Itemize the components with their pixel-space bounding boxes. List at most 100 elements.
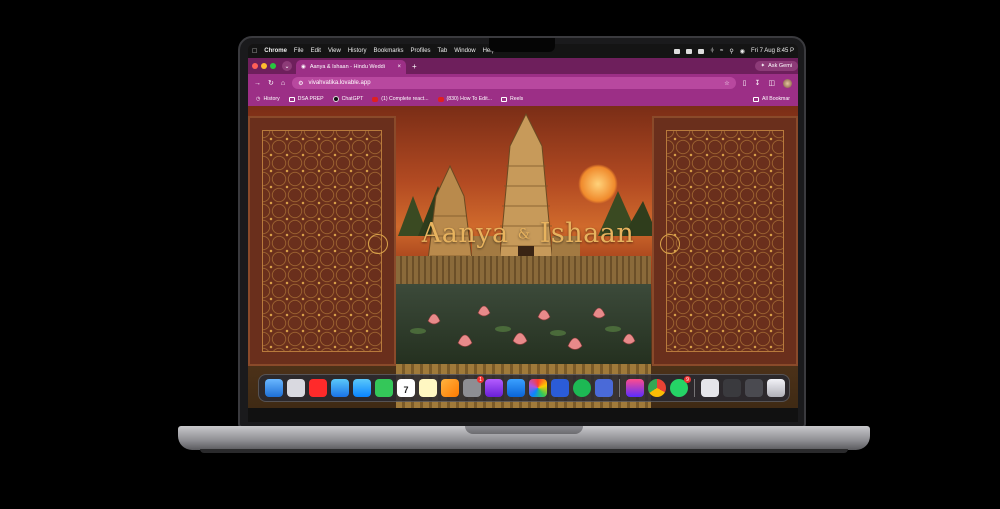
site-info-icon[interactable]: ⚙ [298, 80, 303, 87]
control-center-icon[interactable]: ◉ [740, 48, 745, 55]
bookmark-label: History [263, 96, 280, 102]
bookmark-complete-react[interactable]: (1) Complete react... [372, 96, 429, 102]
new-tab-button[interactable]: + [412, 62, 417, 71]
tab-active[interactable]: ◉ Aanya & Ishaan - Hindu Weddi × [296, 60, 406, 74]
preview-icon[interactable] [595, 379, 613, 397]
notes-icon[interactable] [419, 379, 437, 397]
ampersand: & [517, 226, 531, 243]
tab-title: Aanya & Ishaan - Hindu Weddi [309, 64, 385, 70]
menu-tab[interactable]: Tab [438, 48, 448, 54]
menu-window[interactable]: Window [454, 48, 475, 54]
download-icon[interactable]: ↧ [755, 79, 761, 87]
right-door-panel[interactable] [652, 116, 798, 366]
youtube-icon [437, 96, 444, 102]
finder-icon[interactable] [265, 379, 283, 397]
music-file-icon[interactable] [701, 379, 719, 397]
menu-edit[interactable]: Edit [311, 48, 321, 54]
menu-profiles[interactable]: Profiles [411, 48, 431, 54]
menu-file[interactable]: File [294, 48, 304, 54]
apple-menu-icon[interactable]:  [252, 48, 257, 55]
safari-icon[interactable] [331, 379, 349, 397]
mail-icon[interactable] [353, 379, 371, 397]
temple-gopuram-illustration [425, 112, 580, 276]
youtube-app-icon[interactable] [309, 379, 327, 397]
temple-wall [396, 256, 651, 286]
bookmarks-bar: ◷ History DSA PREP ChatGPT (1) Complete … [248, 92, 798, 106]
menu-view[interactable]: View [328, 48, 341, 54]
camera-notch [489, 38, 555, 52]
bookmark-how-to-edit[interactable]: (830) How To Edit... [437, 96, 492, 102]
address-bar[interactable]: ⚙ vivahvatika.lovable.app ☆ [292, 77, 736, 89]
tab-close-icon[interactable]: × [397, 64, 401, 70]
ask-gemini-button[interactable]: ✦ Ask Gemi [754, 61, 798, 71]
facetime-icon[interactable] [375, 379, 393, 397]
bookmark-label: DSA PREP [297, 96, 324, 102]
notification-badge: 9 [684, 376, 691, 383]
chatgpt-icon [332, 96, 339, 102]
chrome-icon[interactable] [648, 379, 666, 397]
maximize-window-button[interactable] [270, 63, 276, 69]
reload-icon[interactable]: ↻ [268, 79, 274, 87]
calendar-icon[interactable]: 7 [397, 379, 415, 397]
recent-window-icon[interactable] [745, 379, 763, 397]
back-arrow-icon[interactable]: → [254, 80, 261, 87]
wedding-webpage: Aanya & Ishaan 7 1 9 [248, 106, 798, 408]
laptop-scene:  Chrome File Edit View History Bookmark… [0, 0, 1000, 509]
macos-dock: 7 1 9 [258, 374, 790, 402]
bluetooth-icon[interactable]: ᛄ [710, 48, 714, 54]
chrome-toolbar: → ↻ ⌂ ⚙ vivahvatika.lovable.app ☆ ▯ ↧ ◫ [248, 74, 798, 92]
toolbar-actions: ▯ ↧ ◫ [743, 78, 792, 88]
gemini-icon: ✦ [760, 63, 766, 69]
podcasts-icon[interactable] [485, 379, 503, 397]
door-ring-handle-icon[interactable] [660, 234, 680, 254]
folder-icon [753, 96, 760, 102]
tab-search-chevron-icon[interactable]: ⌄ [282, 61, 292, 71]
bookmark-chatgpt[interactable]: ChatGPT [332, 96, 363, 102]
wifi-icon[interactable]: ≈ [720, 48, 723, 54]
figma-icon[interactable] [626, 379, 644, 397]
bookmark-star-icon[interactable]: ☆ [724, 80, 729, 87]
lotus-flowers [410, 305, 636, 350]
recent-window-icon[interactable] [723, 379, 741, 397]
close-window-button[interactable] [252, 63, 258, 69]
home-icon[interactable]: ⌂ [281, 80, 285, 87]
sidebar-icon[interactable]: ◫ [768, 79, 775, 87]
calendar-day: 7 [403, 384, 409, 395]
site-favicon-icon: ◉ [301, 64, 306, 70]
whatsapp-icon[interactable]: 9 [670, 376, 691, 397]
bookmark-label: All Bookmar [762, 96, 790, 102]
search-icon[interactable]: ⚲ [729, 48, 733, 55]
laptop-opening-groove [465, 426, 583, 434]
bookmark-history[interactable]: ◷ History [256, 96, 280, 102]
clock-icon: ◷ [256, 96, 261, 102]
app-store-icon[interactable] [507, 379, 525, 397]
menubar-clock[interactable]: Fri 7 Aug 8:45 P [751, 48, 794, 54]
launchpad-icon[interactable] [287, 379, 305, 397]
system-settings-icon[interactable]: 1 [463, 376, 484, 397]
pages-icon[interactable] [441, 379, 459, 397]
left-door-panel[interactable] [248, 116, 396, 366]
ask-gemini-label: Ask Gemi [768, 63, 792, 69]
spotify-icon[interactable] [573, 379, 591, 397]
menu-bookmarks[interactable]: Bookmarks [374, 48, 404, 54]
status-icon[interactable] [698, 48, 705, 54]
door-ring-handle-icon[interactable] [368, 234, 388, 254]
photos-icon[interactable] [529, 379, 547, 397]
menu-history[interactable]: History [348, 48, 367, 54]
dock-separator [619, 379, 620, 397]
menubar-status-area: ᛄ ≈ ⚲ ◉ Fri 7 Aug 8:45 P [674, 48, 794, 55]
laptop-screen:  Chrome File Edit View History Bookmark… [248, 44, 798, 408]
bookmark-dsa-prep[interactable]: DSA PREP [288, 96, 324, 102]
minimize-window-button[interactable] [261, 63, 267, 69]
trash-icon[interactable] [767, 379, 785, 397]
status-icon[interactable] [674, 48, 681, 54]
door-lattice-pattern [262, 130, 382, 352]
menu-app-name[interactable]: Chrome [264, 48, 287, 54]
bookmark-label: (1) Complete react... [381, 96, 429, 102]
vscode-icon[interactable] [551, 379, 569, 397]
extensions-icon[interactable]: ▯ [743, 79, 747, 87]
status-icon[interactable] [686, 48, 693, 54]
all-bookmarks-button[interactable]: All Bookmar [753, 96, 790, 102]
profile-avatar[interactable] [783, 78, 792, 88]
bookmark-reels[interactable]: Reels [501, 96, 523, 102]
